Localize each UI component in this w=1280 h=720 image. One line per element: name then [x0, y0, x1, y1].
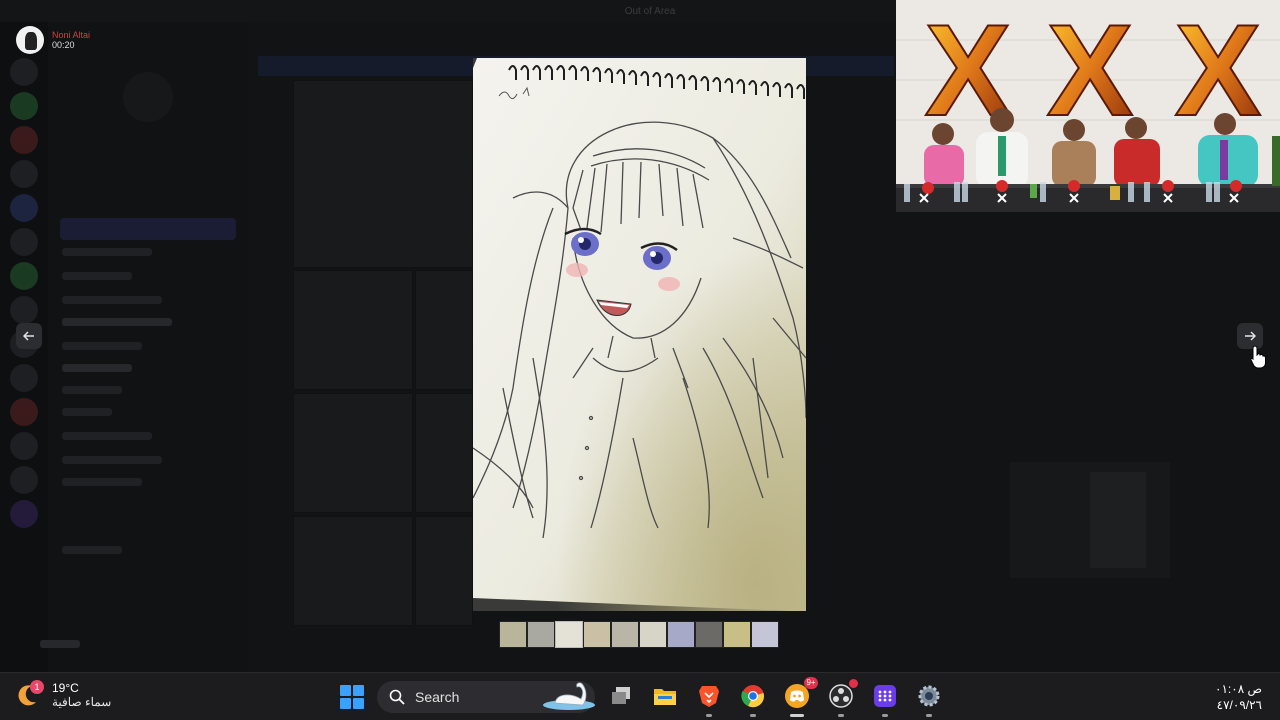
settings-button[interactable]	[916, 683, 942, 717]
image-thumbnail[interactable]	[527, 621, 555, 648]
system-clock[interactable]: ص ٠١:٠٨ ٤٧/٠٩/٢٦	[1215, 682, 1262, 712]
image-viewer[interactable]	[473, 58, 806, 611]
caller-avatar	[16, 26, 44, 54]
image-thumbnail[interactable]	[499, 621, 527, 648]
screen-share-stream[interactable]: X X X	[896, 0, 1280, 212]
weather-description: سماء صافية	[52, 695, 112, 709]
clock-time: ص ٠١:٠٨	[1215, 682, 1262, 696]
start-button[interactable]	[340, 685, 364, 709]
window-title: Out of Area	[624, 6, 676, 17]
thumbnail-strip	[499, 621, 779, 648]
windows-logo-icon	[340, 685, 351, 696]
windows-taskbar: 1 19°C سماء صافية Search 9+ ص ٠١:٠٨ ٤٧/٠…	[0, 672, 1280, 720]
obs-icon	[829, 684, 853, 708]
arrow-right-icon	[1245, 331, 1256, 341]
weather-widget[interactable]: 1 19°C سماء صافية	[18, 680, 112, 709]
caller-name: Noni Altai	[52, 30, 91, 40]
app-launcher-button[interactable]	[872, 683, 898, 717]
anime-sketch-image	[473, 58, 806, 611]
chrome-icon	[741, 685, 764, 708]
stream-video-frame: X X X	[896, 0, 1280, 212]
voice-call-indicator[interactable]: Noni Altai 00:20	[16, 26, 90, 54]
folder-icon	[654, 689, 676, 705]
discord-button[interactable]: 9+	[784, 677, 818, 717]
taskbar-search-box[interactable]: Search	[377, 681, 595, 713]
image-thumbnail[interactable]	[555, 621, 583, 648]
image-thumbnail[interactable]	[667, 621, 695, 648]
arrow-left-icon	[23, 331, 34, 341]
weather-notification-badge: 1	[30, 680, 44, 694]
obs-studio-button[interactable]	[828, 679, 858, 717]
discord-notification-badge: 9+	[804, 677, 818, 689]
hand-cursor-icon	[1250, 345, 1266, 369]
brave-lion-icon	[699, 686, 719, 707]
image-thumbnail[interactable]	[611, 621, 639, 648]
stream-tile-placeholder	[1010, 462, 1170, 578]
image-thumbnail[interactable]	[639, 621, 667, 648]
image-thumbnail[interactable]	[723, 621, 751, 648]
clock-date: ٤٧/٠٩/٢٦	[1216, 698, 1262, 712]
moon-icon: 1	[18, 680, 44, 708]
image-thumbnail[interactable]	[751, 621, 779, 648]
chrome-button[interactable]	[740, 683, 766, 717]
previous-image-button[interactable]	[16, 323, 42, 349]
task-view-icon	[612, 687, 630, 704]
task-view-button[interactable]	[608, 683, 634, 709]
search-icon	[389, 689, 405, 705]
gear-icon	[918, 685, 940, 707]
call-duration: 00:20	[52, 40, 75, 50]
recording-indicator	[849, 679, 858, 688]
search-label: Search	[415, 689, 460, 705]
file-explorer-button[interactable]	[652, 683, 678, 709]
stage-letter-x: X	[1047, 0, 1134, 143]
image-thumbnail[interactable]	[583, 621, 611, 648]
search-highlight-swan-icon	[543, 682, 595, 710]
screen: Out of Area Noni Altai 00:20 X X X 1 19°…	[0, 0, 1280, 720]
grid-apps-icon	[874, 685, 896, 707]
image-thumbnail[interactable]	[695, 621, 723, 648]
weather-temperature: 19°C	[52, 681, 79, 695]
brave-browser-button[interactable]	[696, 683, 722, 717]
